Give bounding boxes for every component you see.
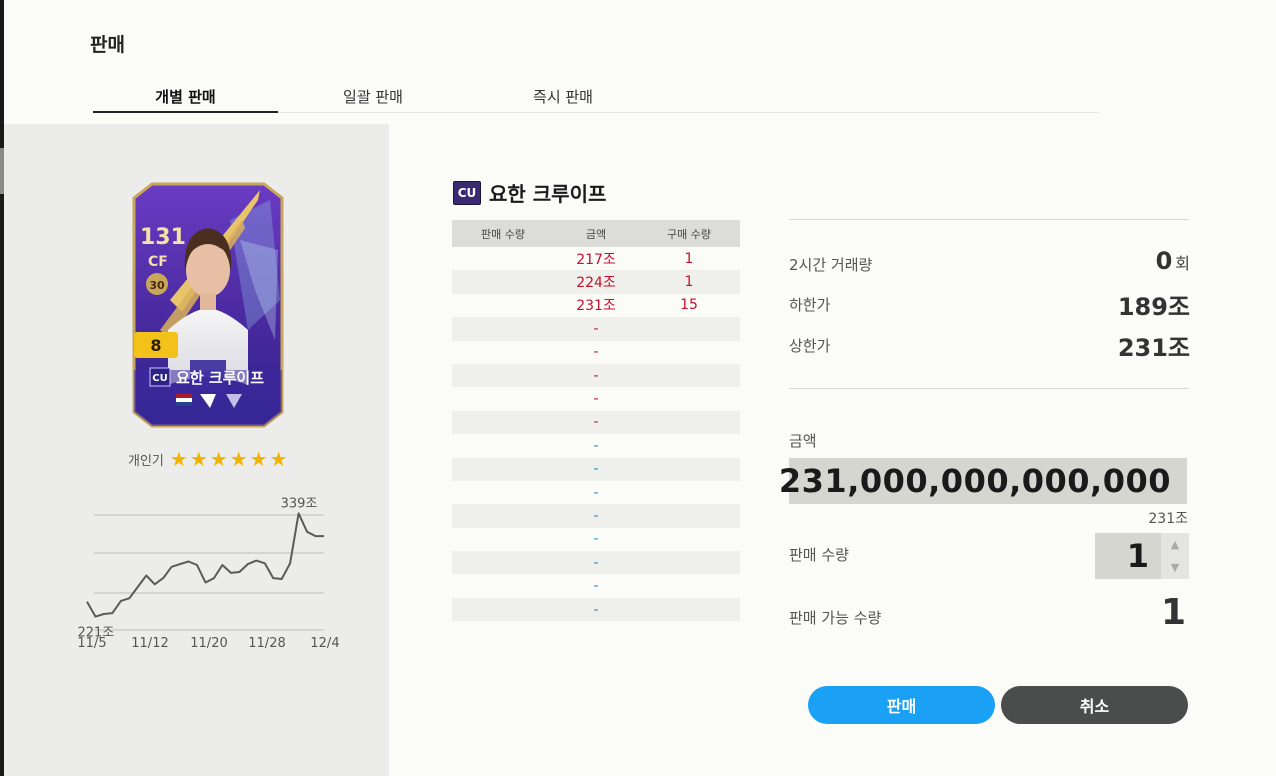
- order-book-row[interactable]: -: [452, 551, 740, 575]
- player-card: 131 CF 30 8 CU 요한 크루이프: [130, 180, 286, 430]
- order-book-row[interactable]: -: [452, 387, 740, 411]
- cell-price: -: [593, 484, 599, 501]
- star-icon: ★: [249, 447, 268, 471]
- chart-max-label: 339조: [281, 496, 318, 511]
- order-book-row[interactable]: -: [452, 574, 740, 598]
- sell-qty-input[interactable]: 1: [1095, 533, 1161, 579]
- card-player-name: 요한 크루이프: [176, 369, 264, 387]
- amount-label: 금액: [789, 432, 817, 450]
- star-icon: ★: [209, 447, 228, 471]
- sell-qty-label: 판매 수량: [789, 546, 849, 564]
- order-book-row[interactable]: -: [452, 340, 740, 364]
- tab-bulk-sale[interactable]: 일괄 판매: [278, 86, 468, 111]
- cell-buy-qty: 1: [684, 250, 694, 267]
- nation-flag-icon: [176, 394, 192, 406]
- cell-buy-qty: 15: [680, 297, 698, 314]
- card-enhance-level: 8: [150, 336, 161, 355]
- order-book-row[interactable]: -: [452, 363, 740, 388]
- tab-instant-sale[interactable]: 즉시 판매: [468, 86, 658, 111]
- tab-individual-sale[interactable]: 개별 판매: [93, 86, 278, 113]
- star-icon: ★: [269, 447, 288, 471]
- order-book-header: 판매 수량 금액 구매 수량: [452, 220, 740, 247]
- order-book-row[interactable]: 217조 1: [452, 247, 740, 271]
- chart-x-tick: 11/28: [248, 636, 285, 651]
- cell-price: -: [593, 507, 599, 524]
- star-icon: ★: [189, 447, 208, 471]
- order-book-row[interactable]: -: [452, 457, 740, 481]
- header-sell-qty: 판매 수량: [481, 227, 525, 241]
- card-season-badge: 30: [149, 279, 165, 292]
- cell-buy-qty: 1: [684, 274, 694, 291]
- trade-volume-value: 0회: [1156, 247, 1190, 275]
- star-icon: ★: [229, 447, 248, 471]
- card-position: CF: [148, 254, 168, 270]
- cell-price: -: [593, 554, 599, 571]
- star-icon: ★: [169, 447, 188, 471]
- cell-price: 231조: [576, 298, 616, 315]
- order-book-row[interactable]: -: [452, 597, 740, 622]
- price-history-svg: 221조339조11/5 11/12 11/20 11/28 12/4: [77, 496, 339, 651]
- cell-price: 224조: [576, 275, 616, 292]
- chart-x-tick: 11/20: [190, 636, 227, 651]
- divider-top: [789, 219, 1189, 220]
- order-book-row[interactable]: -: [452, 480, 740, 505]
- sell-qty-stepper: ▲ ▼: [1161, 533, 1189, 579]
- price-line: [86, 512, 324, 618]
- cell-price: -: [593, 578, 599, 595]
- price-history-chart: 221조 339조 11/5 11/12 11/20 11/28 12/4: [70, 495, 360, 660]
- player-name: 요한 크루이프: [489, 182, 607, 206]
- dialog-title: 판매: [90, 34, 125, 56]
- trade-volume-number: 0: [1155, 247, 1173, 275]
- sell-button[interactable]: 판매: [808, 686, 995, 724]
- decrement-button[interactable]: ▼: [1161, 556, 1189, 579]
- order-book-row[interactable]: -: [452, 504, 740, 528]
- caret-down-icon: ▼: [1170, 561, 1180, 574]
- cell-price: -: [593, 367, 599, 384]
- chart-x-tick: 11/12: [131, 636, 168, 651]
- season-badge: CU: [453, 180, 481, 205]
- increment-button[interactable]: ▲: [1161, 533, 1189, 556]
- order-book-row[interactable]: -: [452, 434, 740, 458]
- available-qty-label: 판매 가능 수량: [789, 609, 882, 627]
- order-book-row[interactable]: 231조 15: [452, 293, 740, 318]
- cell-price: -: [593, 531, 599, 548]
- cell-price: -: [593, 320, 599, 337]
- order-book-row[interactable]: -: [452, 317, 740, 341]
- order-book-table: 판매 수량 금액 구매 수량 217조 1 224조 1 231조 15 - - - - - - - - -…: [452, 220, 740, 622]
- cancel-button[interactable]: 취소: [1001, 686, 1188, 724]
- amount-input[interactable]: 231,000,000,000,000: [779, 458, 1187, 504]
- order-book-row[interactable]: -: [452, 410, 740, 435]
- order-book-body: 217조 1 224조 1 231조 15 - - - - - - - - - - - - -: [452, 247, 740, 622]
- card-season-tag: CU: [152, 373, 167, 384]
- popularity-stars: ★ ★ ★ ★ ★ ★: [170, 449, 288, 469]
- cell-price: -: [593, 414, 599, 431]
- trade-volume-unit: 회: [1175, 254, 1190, 273]
- ceiling-price-label: 상한가: [789, 337, 831, 355]
- available-qty-value: 1: [1160, 592, 1186, 633]
- cell-price: -: [593, 391, 599, 408]
- card-ovr: 131: [140, 225, 186, 250]
- player-header: CU 요한 크루이프: [453, 178, 606, 207]
- caret-up-icon: ▲: [1170, 538, 1180, 551]
- cell-price: -: [593, 601, 599, 618]
- cell-price: -: [593, 461, 599, 478]
- amount-short: 231조: [1148, 511, 1188, 527]
- floor-price-value: 189조: [1117, 293, 1190, 321]
- tab-bar: 개별 판매 일괄 판매 즉시 판매: [93, 86, 1099, 113]
- chart-x-tick: 11/5: [77, 636, 106, 651]
- cell-price: -: [593, 344, 599, 361]
- header-buy-qty: 구매 수량: [667, 227, 711, 241]
- floor-price-label: 하한가: [789, 296, 831, 314]
- ceiling-price-value: 231조: [1117, 334, 1190, 362]
- header-price: 금액: [585, 227, 607, 241]
- order-book-row[interactable]: 224조 1: [452, 270, 740, 294]
- popularity-rating: 개인기 ★ ★ ★ ★ ★ ★: [128, 448, 288, 470]
- cell-price: -: [593, 437, 599, 454]
- trade-volume-label: 2시간 거래량: [789, 256, 873, 274]
- cell-price: 217조: [576, 251, 616, 268]
- divider-middle: [789, 388, 1189, 389]
- chart-x-tick: 12/4: [310, 636, 339, 651]
- order-book-row[interactable]: -: [452, 527, 740, 552]
- popularity-label: 개인기: [128, 453, 164, 469]
